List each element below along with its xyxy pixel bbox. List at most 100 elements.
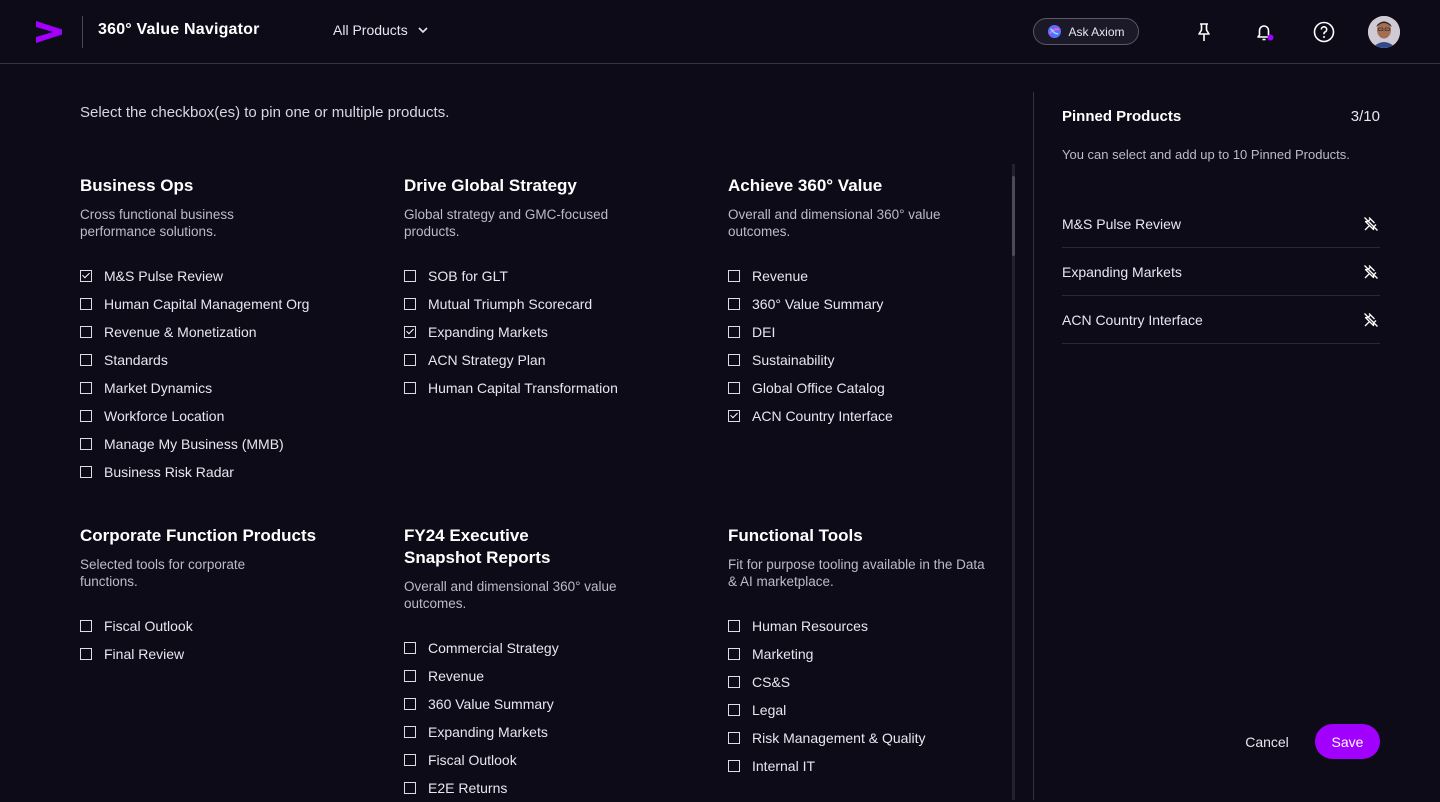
checkbox[interactable] [728, 382, 740, 394]
checkbox[interactable] [728, 676, 740, 688]
product-option[interactable]: DEI [728, 318, 1018, 346]
product-option[interactable]: Final Review [80, 640, 370, 668]
pinned-products-title: Pinned Products [1062, 108, 1182, 125]
product-option[interactable]: Global Office Catalog [728, 374, 1018, 402]
notifications-button[interactable] [1252, 20, 1276, 44]
product-option[interactable]: Commercial Strategy [404, 634, 694, 662]
unpin-icon[interactable] [1362, 215, 1380, 233]
checkbox[interactable] [404, 298, 416, 310]
product-option[interactable]: Expanding Markets [404, 718, 694, 746]
save-button[interactable]: Save [1315, 724, 1380, 759]
scrollbar-thumb[interactable] [1012, 176, 1015, 256]
product-option[interactable]: Revenue [404, 662, 694, 690]
accenture-logo[interactable] [34, 18, 64, 46]
product-option[interactable]: Human Capital Transformation [404, 374, 694, 402]
product-option[interactable]: Standards [80, 346, 370, 374]
product-option-label: CS&S [752, 674, 791, 690]
product-option[interactable]: Human Capital Management Org [80, 290, 370, 318]
unpin-icon[interactable] [1362, 263, 1380, 281]
product-option[interactable]: Sustainability [728, 346, 1018, 374]
product-option-label: Fiscal Outlook [428, 752, 517, 768]
pinned-item-label: Expanding Markets [1062, 263, 1182, 280]
product-option[interactable]: Revenue & Monetization [80, 318, 370, 346]
product-option[interactable]: Expanding Markets [404, 318, 694, 346]
checkbox[interactable] [728, 270, 740, 282]
checkbox[interactable] [728, 760, 740, 772]
product-option[interactable]: Manage My Business (MMB) [80, 430, 370, 458]
checkbox[interactable] [404, 642, 416, 654]
product-option[interactable]: Market Dynamics [80, 374, 370, 402]
product-option[interactable]: Legal [728, 696, 1018, 724]
avatar-photo [1368, 16, 1400, 48]
product-option[interactable]: Risk Management & Quality [728, 724, 1018, 752]
checkbox[interactable] [80, 648, 92, 660]
checkbox[interactable] [80, 438, 92, 450]
checkbox[interactable] [404, 754, 416, 766]
checkbox[interactable] [728, 620, 740, 632]
cancel-button[interactable]: Cancel [1234, 731, 1300, 753]
checkbox[interactable] [404, 670, 416, 682]
checkbox[interactable] [404, 354, 416, 366]
product-option[interactable]: M&S Pulse Review [80, 262, 370, 290]
group-drive-global-strategy: Drive Global Strategy Global strategy an… [404, 175, 694, 402]
product-option[interactable]: 360° Value Summary [728, 290, 1018, 318]
product-option[interactable]: Internal IT [728, 752, 1018, 780]
product-option[interactable]: ACN Strategy Plan [404, 346, 694, 374]
checkbox[interactable] [80, 354, 92, 366]
checkbox[interactable] [80, 466, 92, 478]
product-option-label: DEI [752, 324, 776, 340]
product-option[interactable]: Marketing [728, 640, 1018, 668]
checkbox[interactable] [728, 648, 740, 660]
checkbox[interactable] [728, 732, 740, 744]
product-option-label: Human Resources [752, 618, 868, 634]
product-list: Revenue 360° Value Summary DEI Sustainabili… [728, 262, 1018, 430]
chevron-down-icon [418, 27, 428, 34]
pin-icon[interactable] [1192, 20, 1216, 44]
product-option-label: ACN Strategy Plan [428, 352, 546, 368]
product-option[interactable]: Business Risk Radar [80, 458, 370, 486]
checkbox[interactable] [404, 726, 416, 738]
product-option[interactable]: Workforce Location [80, 402, 370, 430]
product-option[interactable]: CS&S [728, 668, 1018, 696]
unpin-icon[interactable] [1362, 311, 1380, 329]
product-option[interactable]: E2E Returns [404, 774, 694, 802]
product-option-label: Sustainability [752, 352, 835, 368]
checkbox-checked[interactable] [404, 326, 416, 338]
checkbox[interactable] [80, 298, 92, 310]
product-option[interactable]: SOB for GLT [404, 262, 694, 290]
checkbox[interactable] [80, 382, 92, 394]
checkbox[interactable] [80, 620, 92, 632]
scrollbar-track[interactable] [1012, 164, 1015, 800]
product-option[interactable]: 360 Value Summary [404, 690, 694, 718]
product-option-label: Marketing [752, 646, 814, 662]
checkbox-checked[interactable] [80, 270, 92, 282]
pinned-item-label: ACN Country Interface [1062, 311, 1203, 328]
product-option[interactable]: Fiscal Outlook [404, 746, 694, 774]
product-option-label: Human Capital Transformation [428, 380, 618, 396]
product-option[interactable]: Fiscal Outlook [80, 612, 370, 640]
product-option[interactable]: Revenue [728, 262, 1018, 290]
checkbox[interactable] [728, 298, 740, 310]
checkbox[interactable] [728, 326, 740, 338]
user-avatar[interactable] [1368, 16, 1400, 48]
checkbox[interactable] [80, 326, 92, 338]
group-description: Overall and dimensional 360° value outco… [728, 207, 941, 239]
product-option-label: SOB for GLT [428, 268, 508, 284]
product-option[interactable]: Human Resources [728, 612, 1018, 640]
checkbox[interactable] [404, 382, 416, 394]
checkbox[interactable] [404, 270, 416, 282]
checkbox-checked[interactable] [728, 410, 740, 422]
checkbox[interactable] [80, 410, 92, 422]
checkbox[interactable] [404, 782, 416, 794]
group-title: Corporate Function Products [80, 526, 317, 545]
help-icon[interactable] [1312, 20, 1336, 44]
top-bar: 360° Value Navigator All Products Ask Ax… [0, 0, 1440, 64]
product-option[interactable]: ACN Country Interface [728, 402, 1018, 430]
checkbox[interactable] [404, 698, 416, 710]
ask-axiom-button[interactable]: Ask Axiom [1033, 18, 1139, 45]
product-option-label: Business Risk Radar [104, 464, 234, 480]
checkbox[interactable] [728, 354, 740, 366]
product-option[interactable]: Mutual Triumph Scorecard [404, 290, 694, 318]
products-dropdown[interactable]: All Products [333, 22, 430, 38]
checkbox[interactable] [728, 704, 740, 716]
